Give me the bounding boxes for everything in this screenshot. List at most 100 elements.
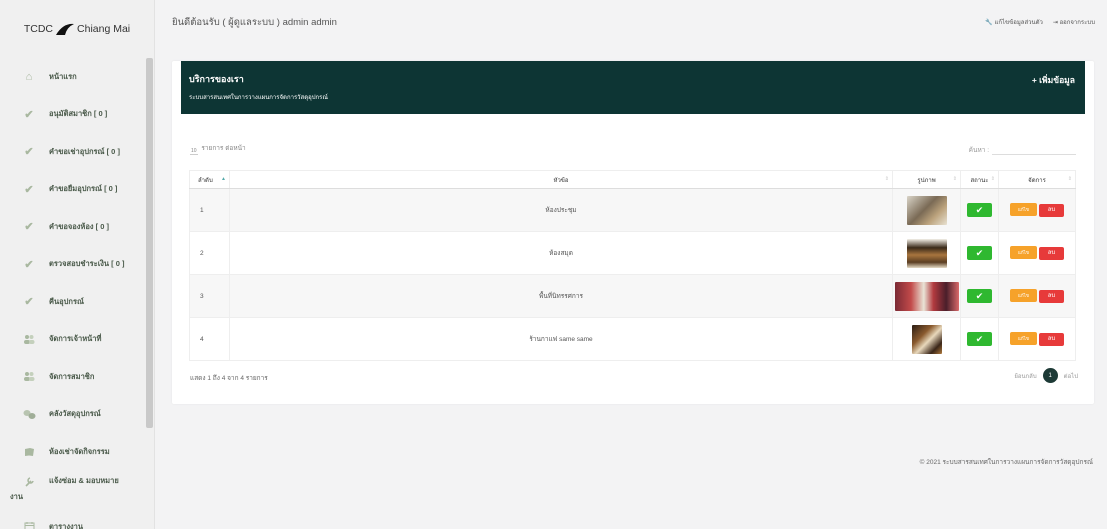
delete-button[interactable]: ลบ — [1039, 333, 1064, 346]
pagination-prev[interactable]: ย้อนกลับ — [1014, 371, 1036, 381]
sidebar-item-rooms[interactable]: ห้องเช่าจัดกิจกรรม — [0, 433, 154, 471]
services-panel: บริการของเรา ระบบสารสนเทศในการวางแผนการจ… — [172, 61, 1094, 404]
page-length-control: 10 รายการ ต่อหน้า — [190, 143, 246, 156]
check-icon: ✔ — [24, 146, 34, 159]
table-row: 3 พื้นที่นิทรรศการ ✔ แก้ไข ลบ — [189, 274, 1076, 318]
brand-logo[interactable]: TCDC Chiang Mai — [0, 0, 154, 58]
sidebar-item-repair[interactable]: แจ้งซ่อม & มอบหมาย งาน — [0, 471, 154, 509]
check-icon: ✔ — [24, 258, 34, 271]
thumbnail-image — [906, 195, 947, 225]
search-box: ค้นหา : — [969, 143, 1076, 155]
panel-subtitle: ระบบสารสนเทศในการวางแผนการจัดการวัสดุอุป… — [189, 95, 328, 101]
sidebar-item-members[interactable]: จัดการสมาชิก — [0, 358, 154, 396]
cell-status: ✔ — [960, 317, 999, 361]
search-label: ค้นหา : — [968, 147, 989, 154]
edit-button[interactable]: แก้ไข — [1010, 203, 1037, 216]
delete-button[interactable]: ลบ — [1039, 204, 1064, 217]
sort-asc-icon: ▲ — [221, 176, 226, 182]
sort-icon: ⇕ — [990, 176, 995, 182]
edit-button[interactable]: แก้ไข — [1010, 332, 1037, 345]
sidebar-item-approve-members[interactable]: ✔ อนุมัติสมาชิก [ 0 ] — [0, 96, 154, 134]
pagination-next[interactable]: ต่อไป — [1064, 371, 1078, 381]
search-input[interactable] — [992, 143, 1076, 155]
sidebar-item-label: แจ้งซ่อม & มอบหมาย — [49, 476, 119, 486]
delete-button[interactable]: ลบ — [1039, 247, 1064, 260]
status-toggle-button[interactable]: ✔ — [967, 203, 992, 217]
pagination-page-current[interactable]: 1 — [1042, 368, 1058, 383]
col-header-label: ลำดับ — [198, 177, 213, 184]
sidebar-item-label: ตารางงาน — [49, 521, 83, 529]
cell-status: ✔ — [960, 231, 999, 275]
thumbnail-image — [911, 324, 942, 354]
cell-no: 3 — [189, 274, 230, 318]
cell-actions: แก้ไข ลบ — [998, 231, 1076, 275]
table-row: 1 ห้องประชุม ✔ แก้ไข ลบ — [189, 188, 1076, 232]
table-row: 4 ร้านกาแฟ same same ✔ แก้ไข ลบ — [189, 317, 1076, 361]
cell-image — [892, 317, 961, 361]
cell-title: ห้องประชุม — [229, 188, 893, 232]
check-icon: ✔ — [24, 221, 34, 234]
services-table: ลำดับ ▲ หัวข้อ ⇕ รูปภาพ ⇕ สถานะ ⇕ จัดการ ⇕ 1 … — [189, 170, 1076, 361]
cell-actions: แก้ไข ลบ — [998, 188, 1076, 232]
edit-button[interactable]: แก้ไข — [1010, 246, 1037, 259]
add-data-button[interactable]: + เพิ่มข้อมูล — [1032, 73, 1075, 87]
cell-status: ✔ — [960, 274, 999, 318]
sort-icon: ⇕ — [952, 176, 957, 182]
sidebar-item-return[interactable]: ✔ คืนอุปกรณ์ — [0, 283, 154, 321]
col-header-status[interactable]: สถานะ ⇕ — [960, 170, 999, 189]
col-header-label: สถานะ — [970, 177, 989, 184]
stack-icon — [22, 408, 36, 420]
page-length-select[interactable]: 10 — [190, 148, 198, 156]
sidebar-item-borrow-requests[interactable]: ✔ คำขอยืมอุปกรณ์ [ 0 ] — [0, 171, 154, 209]
logout-icon: ⇥ — [1052, 20, 1058, 26]
sidebar-scrollbar[interactable] — [146, 58, 153, 428]
sidebar-item-label: คลังวัสดุอุปกรณ์ — [49, 409, 101, 419]
sidebar-item-schedule[interactable]: ตารางงาน — [0, 508, 154, 529]
cell-actions: แก้ไข ลบ — [998, 317, 1076, 361]
edit-button[interactable]: แก้ไข — [1010, 289, 1037, 302]
sidebar-item-inventory[interactable]: คลังวัสดุอุปกรณ์ — [0, 396, 154, 434]
table-info: แสดง 1 ถึง 4 จาก 4 รายการ — [190, 375, 268, 382]
welcome-text: ยินดีต้อนรับ ( ผู้ดูแลระบบ ) admin admin — [172, 17, 337, 28]
sidebar-item-home[interactable]: ⌂ หน้าแรก — [0, 58, 154, 96]
col-header-manage[interactable]: จัดการ ⇕ — [998, 170, 1076, 189]
sort-icon: ⇕ — [884, 176, 889, 182]
cell-no: 1 — [189, 188, 230, 232]
cell-actions: แก้ไข ลบ — [998, 274, 1076, 318]
thumbnail-image — [906, 238, 947, 268]
sidebar-item-label: คำขอจองห้อง [ 0 ] — [49, 221, 109, 231]
col-header-title[interactable]: หัวข้อ ⇕ — [229, 170, 893, 189]
edit-profile-link[interactable]: 🔧 แก้ไขข้อมูลส่วนตัว — [985, 17, 1043, 27]
cell-image — [892, 188, 961, 232]
sidebar-item-payments[interactable]: ✔ ตรวจสอบชำระเงิน [ 0 ] — [0, 246, 154, 284]
panel-title: บริการของเรา — [189, 74, 244, 84]
sidebar-item-label: จัดการสมาชิก — [49, 371, 95, 381]
sidebar-item-room-requests[interactable]: ✔ คำขอจองห้อง [ 0 ] — [0, 208, 154, 246]
status-toggle-button[interactable]: ✔ — [967, 332, 992, 346]
col-header-no[interactable]: ลำดับ ▲ — [189, 170, 230, 189]
book-icon — [22, 446, 36, 458]
sidebar-item-label: อนุมัติสมาชิก [ 0 ] — [49, 109, 108, 119]
cell-image — [892, 231, 961, 275]
users-icon — [22, 333, 36, 345]
page-length-label: รายการ ต่อหน้า — [201, 145, 246, 152]
bird-logo-icon — [55, 21, 75, 37]
pagination: ย้อนกลับ 1 ต่อไป — [1014, 368, 1078, 383]
top-bar: ยินดีต้อนรับ ( ผู้ดูแลระบบ ) admin admin… — [160, 0, 1107, 45]
delete-button[interactable]: ลบ — [1039, 290, 1064, 303]
thumbnail-image — [894, 281, 959, 311]
col-header-image[interactable]: รูปภาพ ⇕ — [892, 170, 961, 189]
sidebar-item-staff[interactable]: จัดการเจ้าหน้าที่ — [0, 321, 154, 359]
cell-title: ห้องสมุด — [229, 231, 893, 275]
status-toggle-button[interactable]: ✔ — [967, 246, 992, 260]
sidebar: TCDC Chiang Mai ⌂ หน้าแรก ✔ อนุมัติสมาชิ… — [0, 0, 155, 529]
logout-link[interactable]: ⇥ ออกจากระบบ — [1053, 17, 1095, 27]
status-toggle-button[interactable]: ✔ — [967, 289, 992, 303]
brand-text: TCDC — [23, 23, 54, 35]
check-icon: ✔ — [24, 183, 34, 196]
footer-copyright: © 2021 ระบบสารสนเทศในการวางแผนการจัดการว… — [919, 459, 1093, 466]
home-icon: ⌂ — [25, 70, 33, 83]
sidebar-item-rent-requests[interactable]: ✔ คำขอเช่าอุปกรณ์ [ 0 ] — [0, 133, 154, 171]
edit-profile-label: แก้ไขข้อมูลส่วนตัว — [994, 20, 1043, 26]
sidebar-item-label: ตรวจสอบชำระเงิน [ 0 ] — [49, 259, 125, 269]
